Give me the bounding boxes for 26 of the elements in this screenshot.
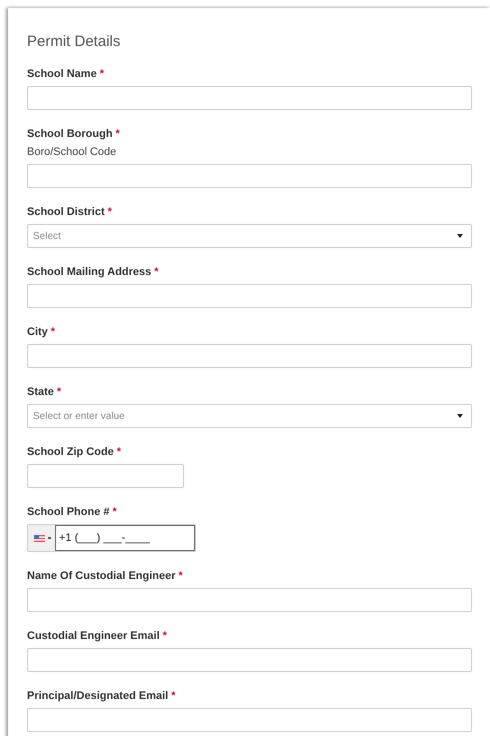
field-label: School Zip Code * — [27, 446, 122, 458]
country-picker[interactable] — [28, 525, 56, 551]
text-field[interactable] — [27, 164, 472, 188]
form-title: Permit Details — [27, 33, 122, 50]
text-field[interactable] — [27, 344, 472, 368]
field-label: Name Of Custodial Engineer * — [27, 570, 184, 582]
text-field[interactable] — [27, 284, 472, 308]
select-field[interactable]: Select or enter value — [27, 404, 472, 428]
field-hint: Boro/School Code — [27, 146, 118, 158]
field-label: School Name * — [27, 68, 105, 80]
text-field[interactable] — [27, 588, 472, 612]
field-label: State * — [27, 386, 62, 398]
field-label: School Phone # * — [27, 506, 118, 518]
flag-icon — [34, 534, 45, 542]
field-label: City * — [27, 326, 56, 338]
phone-field[interactable]: +1 (___) ___-____ — [56, 525, 195, 551]
field-label: School Mailing Address * — [27, 266, 160, 278]
text-field[interactable] — [27, 86, 472, 110]
field-label: School Borough * — [27, 128, 121, 140]
text-field[interactable] — [27, 464, 184, 488]
field-label: Principal/Designated Email * — [27, 690, 176, 702]
select-field[interactable]: Select — [27, 224, 472, 248]
text-field[interactable] — [27, 648, 472, 672]
field-label: School District * — [27, 206, 113, 218]
text-field[interactable] — [27, 708, 472, 732]
field-label: Custodial Engineer Email * — [27, 630, 168, 642]
